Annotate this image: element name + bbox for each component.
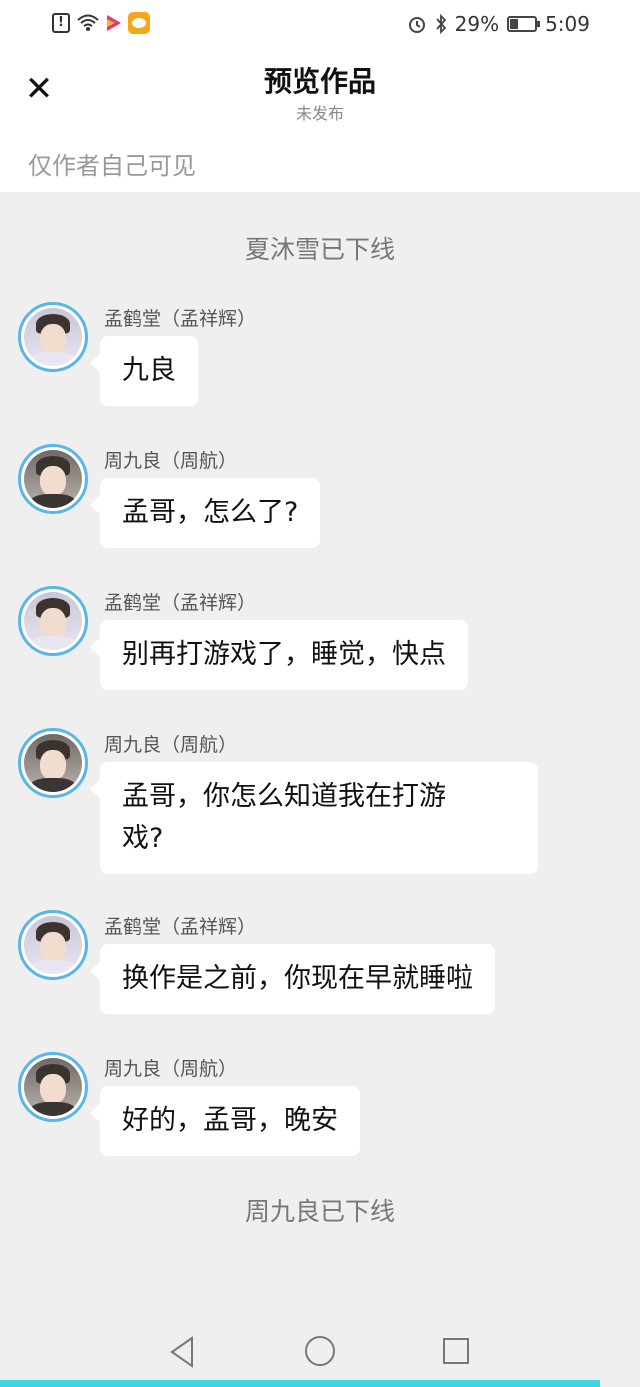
sender-name: 周九良（周航） (104, 1058, 238, 1080)
battery-icon (507, 16, 541, 32)
wifi-icon (77, 14, 99, 31)
visibility-note: 仅作者自己可见 (28, 152, 196, 180)
message-bubble: 九良 (90, 336, 198, 406)
video-app-icon (107, 15, 121, 31)
sender-name: 孟鹤堂（孟祥辉） (104, 592, 257, 614)
status-bar: ! 29% 5:09 (0, 0, 640, 52)
status-left-icons: ! (52, 12, 150, 34)
avatar-meng (24, 308, 82, 366)
avatar-zhou (24, 734, 82, 792)
bluetooth-icon (435, 14, 446, 34)
avatar[interactable] (18, 444, 88, 514)
avatar[interactable] (18, 586, 88, 656)
sender-name: 周九良（周航） (104, 450, 238, 472)
page-title: 预览作品 (263, 65, 376, 98)
home-icon[interactable] (305, 1336, 335, 1366)
avatar[interactable] (18, 910, 88, 980)
sender-name: 孟鹤堂（孟祥辉） (104, 308, 257, 330)
message-bubble: 孟哥，怎么了? (89, 478, 321, 548)
battery-fill (510, 19, 519, 29)
navigation-bar (0, 1320, 640, 1387)
recent-apps-icon[interactable] (443, 1338, 469, 1364)
page-subtitle: 未发布 (295, 104, 344, 123)
battery-percent: 29% (454, 12, 500, 36)
status-right: 29% 5:09 (407, 12, 590, 36)
avatar[interactable] (18, 728, 88, 798)
message-bubble: 孟哥，你怎么知道我在打游 戏? (90, 762, 538, 874)
header: ✕ 预览作品 未发布 仅作者自己可见 (0, 52, 640, 192)
sender-name: 周九良（周航） (104, 734, 238, 756)
weibo-app-icon (128, 12, 150, 34)
avatar-meng (24, 592, 82, 650)
progress-strip (0, 1380, 600, 1387)
sender-name: 孟鹤堂（孟祥辉） (104, 916, 257, 938)
alarm-icon (408, 17, 425, 33)
avatar-zhou (24, 450, 82, 508)
avatar[interactable] (18, 1052, 88, 1122)
back-icon[interactable] (168, 1336, 196, 1368)
avatar-meng (24, 916, 82, 974)
avatar[interactable] (18, 302, 88, 372)
system-message-offline: 周九良已下线 (244, 1197, 395, 1226)
clock: 5:09 (545, 12, 590, 36)
message-bubble: 好的，孟哥，晚安 (90, 1086, 360, 1156)
avatar-zhou (24, 1058, 82, 1116)
system-message-offline: 夏沐雪已下线 (244, 235, 395, 264)
message-bubble: 换作是之前，你现在早就睡啦 (90, 944, 495, 1014)
alert-icon: ! (52, 13, 70, 33)
message-bubble: 别再打游戏了，睡觉，快点 (90, 620, 468, 690)
